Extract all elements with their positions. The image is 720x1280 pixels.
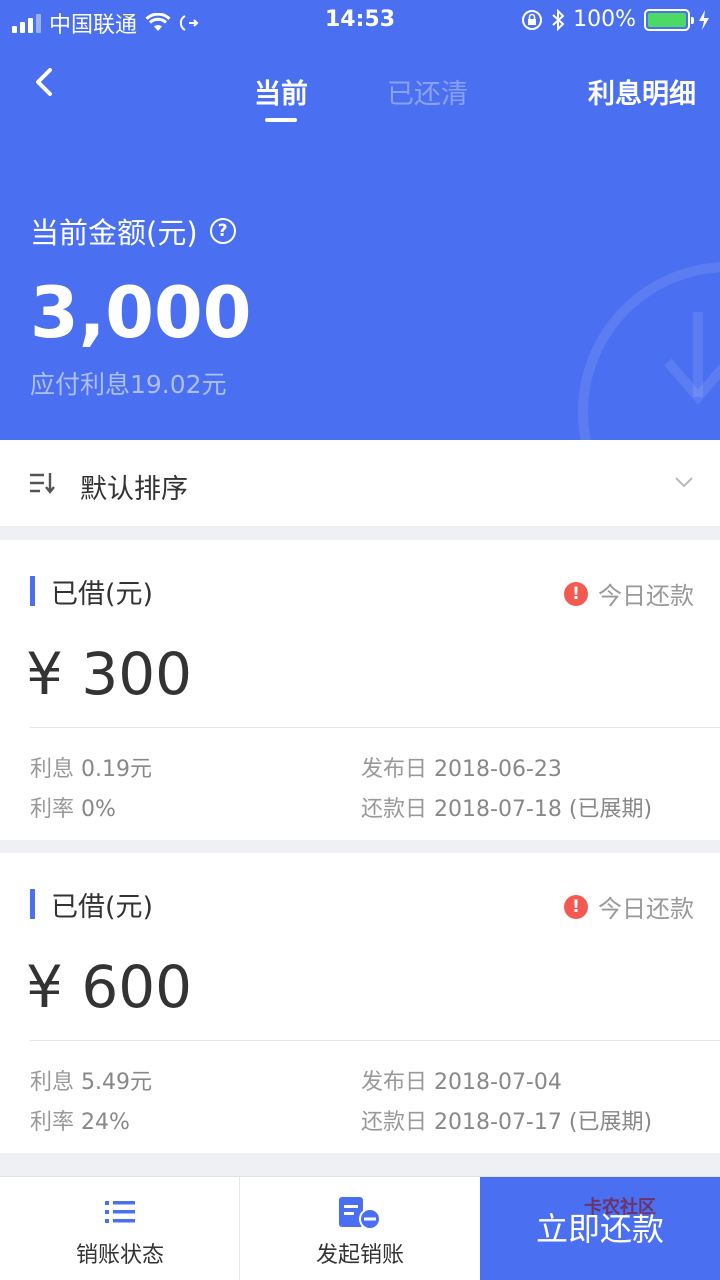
interest-detail-link[interactable]: 利息明细 bbox=[588, 72, 696, 111]
repay-date-label: 还款日 bbox=[361, 797, 428, 822]
due-status-text: 今日还款 bbox=[598, 582, 694, 610]
rate-info: 利率 24% bbox=[30, 1104, 130, 1136]
current-amount-label-text: 当前金额(元) bbox=[30, 216, 198, 250]
bluetooth-icon bbox=[552, 8, 565, 31]
repay-date-info: 还款日 2018-07-17 (已展期) bbox=[361, 1104, 652, 1136]
rate-info: 利率 0% bbox=[30, 791, 116, 823]
due-status-badge: ! 今日还款 bbox=[564, 576, 694, 611]
publish-date-info: 发布日 2018-07-04 bbox=[361, 1064, 562, 1096]
sort-label: 默认排序 bbox=[80, 474, 188, 505]
tab-current-indicator bbox=[265, 118, 297, 122]
repay-date-label: 还款日 bbox=[361, 1110, 428, 1135]
alert-icon: ! bbox=[564, 581, 588, 606]
interest-info: 利息 5.49元 bbox=[30, 1064, 152, 1096]
back-icon[interactable] bbox=[28, 64, 68, 104]
status-bar: 中国联通 14:53 100% bbox=[0, 0, 720, 40]
loan-amount: ¥ 600 bbox=[26, 953, 193, 1021]
interest-label: 利息 bbox=[30, 1070, 75, 1095]
interest-value: 5.49元 bbox=[81, 1070, 153, 1095]
charging-icon bbox=[699, 9, 709, 30]
battery-percent: 100% bbox=[573, 7, 636, 32]
publish-date-info: 发布日 2018-06-23 bbox=[361, 751, 562, 783]
current-amount-value: 3,000 bbox=[30, 272, 252, 354]
loan-title-text: 已借(元) bbox=[51, 891, 154, 923]
rotation-lock-icon bbox=[522, 9, 543, 30]
divider bbox=[30, 1040, 720, 1041]
repay-date-info: 还款日 2018-07-18 (已展期) bbox=[361, 791, 652, 823]
rate-value: 0% bbox=[81, 797, 116, 822]
publish-date-value: 2018-06-23 bbox=[434, 757, 562, 782]
help-icon[interactable]: ? bbox=[209, 218, 236, 244]
writeoff-status-button[interactable]: 销账状态 bbox=[0, 1177, 240, 1280]
battery-icon bbox=[644, 8, 694, 31]
nav-bar: 当前 已还清 利息明细 bbox=[0, 50, 720, 130]
interest-due-text: 应付利息19.02元 bbox=[30, 370, 227, 399]
loan-title: 已借(元) bbox=[30, 576, 153, 610]
tab-cleared[interactable]: 已还清 bbox=[387, 72, 468, 111]
loan-title-text: 已借(元) bbox=[51, 578, 154, 610]
rate-label: 利率 bbox=[30, 1110, 75, 1135]
rate-value: 24% bbox=[81, 1110, 130, 1135]
publish-date-value: 2018-07-04 bbox=[434, 1070, 562, 1095]
sort-bar[interactable]: 默认排序 bbox=[0, 440, 720, 526]
interest-value: 0.19元 bbox=[81, 757, 153, 782]
tab-current[interactable]: 当前 bbox=[254, 72, 308, 111]
loan-title: 已借(元) bbox=[30, 889, 153, 923]
divider bbox=[30, 727, 720, 728]
start-writeoff-label: 发起销账 bbox=[315, 1243, 404, 1268]
watermark-logo: 卡农社区 bbox=[584, 1197, 656, 1218]
loan-amount: ¥ 300 bbox=[26, 640, 193, 708]
publish-date-label: 发布日 bbox=[361, 757, 428, 782]
header: 中国联通 14:53 100% 当前 已还清 利息明细 当前金额(元) ? 3,… bbox=[0, 0, 720, 440]
due-status-text: 今日还款 bbox=[598, 895, 694, 923]
start-writeoff-button[interactable]: 发起销账 bbox=[240, 1177, 480, 1280]
current-amount-label: 当前金额(元) ? bbox=[30, 210, 236, 252]
chevron-down-icon[interactable] bbox=[672, 470, 696, 494]
sort-icon bbox=[30, 473, 55, 494]
publish-date-label: 发布日 bbox=[361, 1070, 428, 1095]
alert-icon: ! bbox=[564, 894, 588, 919]
interest-label: 利息 bbox=[30, 757, 75, 782]
writeoff-status-label: 销账状态 bbox=[75, 1243, 164, 1268]
repay-now-button[interactable]: 立即还款 卡农社区 bbox=[480, 1177, 720, 1280]
rate-label: 利率 bbox=[30, 797, 75, 822]
loan-card[interactable]: 已借(元) ! 今日还款 ¥ 300 利息 0.19元 利率 0% 发布日 20… bbox=[0, 540, 720, 840]
download-arrow-decoration-icon bbox=[578, 262, 720, 440]
bottom-action-bar: 销账状态 发起销账 立即还款 卡农社区 bbox=[0, 1176, 720, 1280]
loan-card[interactable]: 已借(元) ! 今日还款 ¥ 600 利息 5.49元 利率 24% 发布日 2… bbox=[0, 853, 720, 1153]
repay-date-value: 2018-07-17 (已展期) bbox=[434, 1110, 653, 1135]
repay-date-value: 2018-07-18 (已展期) bbox=[434, 797, 653, 822]
list-icon bbox=[105, 1201, 135, 1223]
due-status-badge: ! 今日还款 bbox=[564, 889, 694, 924]
interest-info: 利息 0.19元 bbox=[30, 751, 152, 783]
document-minus-icon bbox=[339, 1197, 381, 1230]
